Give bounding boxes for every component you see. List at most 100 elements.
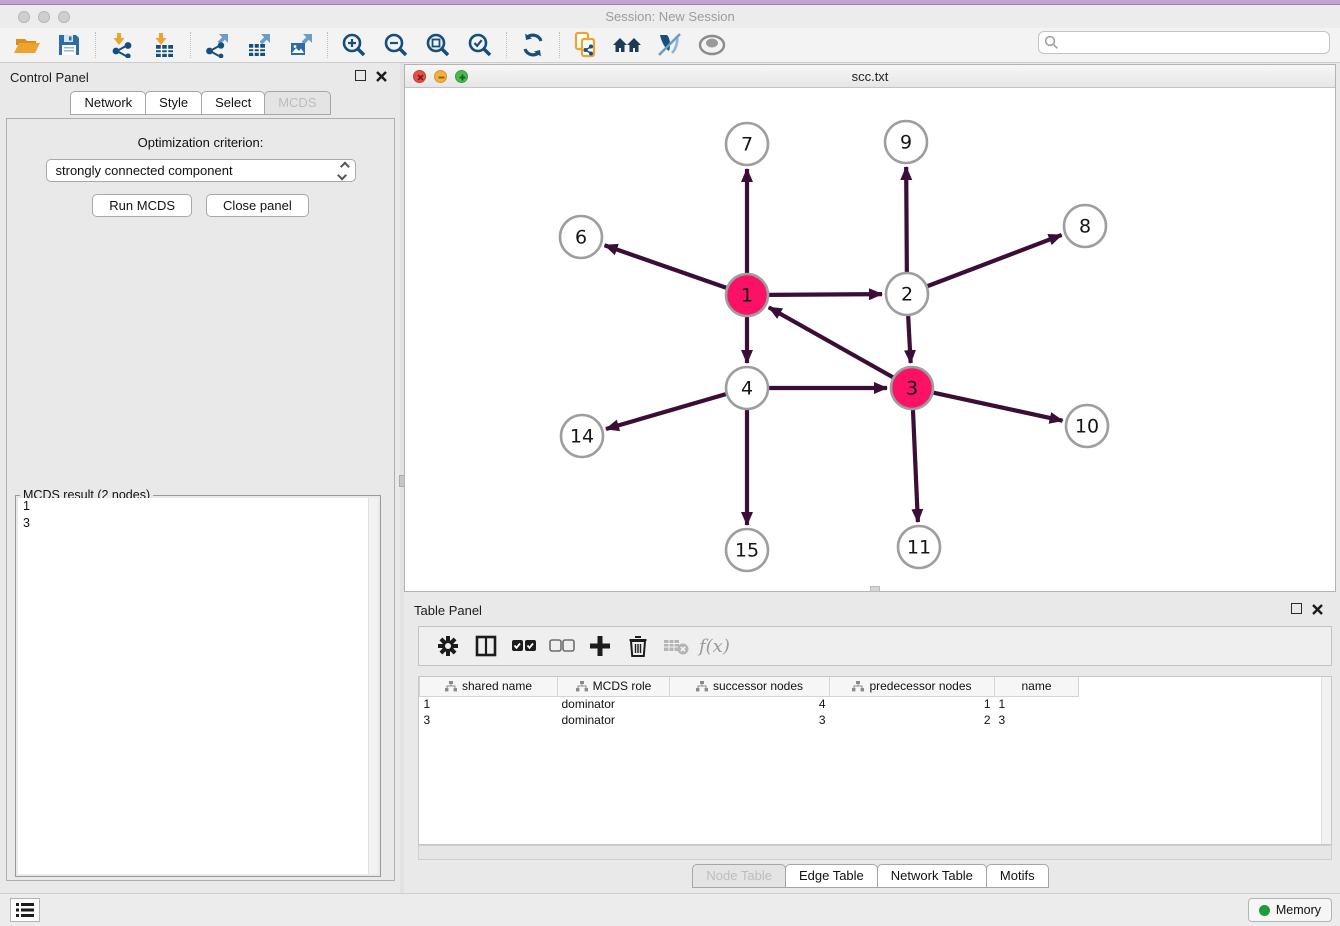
column-header-successor-nodes[interactable]: successor nodes (670, 677, 830, 696)
tab-mcds[interactable]: MCDS (264, 91, 330, 115)
tab-motifs[interactable]: Motifs (986, 864, 1049, 888)
node-10[interactable]: 10 (1066, 405, 1108, 447)
function-builder-button[interactable]: f(x) (699, 636, 730, 657)
network-title: scc.txt (405, 69, 1335, 84)
table-vscrollbar[interactable] (1321, 677, 1331, 844)
edge-2-8[interactable] (928, 235, 1062, 286)
select-stepper-icon (337, 163, 350, 179)
node-3[interactable]: 3 (891, 367, 933, 409)
zoom-selected-button[interactable] (459, 30, 501, 61)
column-header-shared-name[interactable]: shared name (420, 677, 558, 696)
task-history-button[interactable] (10, 898, 40, 922)
table-settings-button[interactable] (429, 630, 467, 662)
zoom-in-button[interactable] (333, 30, 375, 61)
eye-icon (698, 34, 726, 56)
export-network-button[interactable] (196, 30, 238, 61)
node-4[interactable]: 4 (726, 367, 768, 409)
select-all-columns-button[interactable] (505, 630, 543, 662)
import-network-button[interactable] (101, 30, 143, 61)
save-session-button[interactable] (48, 30, 90, 61)
toolbar-separator (95, 32, 96, 58)
gear-icon (437, 635, 459, 657)
svg-text:10: 10 (1075, 416, 1099, 438)
tab-edge-table[interactable]: Edge Table (785, 864, 878, 888)
node-table[interactable]: shared nameMCDS rolesuccessor nodesprede… (418, 676, 1332, 845)
add-column-button[interactable] (581, 630, 619, 662)
column-header-predecessor-nodes[interactable]: predecessor nodes (830, 677, 995, 696)
table-row[interactable]: 3dominator323 (420, 712, 1079, 728)
memory-status-icon (1259, 905, 1270, 916)
result-line: 1 (18, 498, 378, 515)
export-table-button[interactable] (238, 30, 280, 61)
run-mcds-button[interactable]: Run MCDS (92, 194, 192, 217)
node-9[interactable]: 9 (885, 121, 927, 163)
node-14[interactable]: 14 (561, 415, 603, 457)
edge-3-1[interactable] (769, 307, 893, 377)
network-canvas[interactable]: 7 9 6 8 1 2 4 3 14 10 15 11 (405, 88, 1335, 591)
search-box[interactable] (1038, 31, 1330, 54)
sort-tree-icon (576, 681, 588, 692)
tab-network[interactable]: Network (70, 91, 146, 115)
edge-1-2[interactable] (769, 294, 882, 295)
deselect-all-columns-button[interactable] (543, 630, 581, 662)
control-panel-title: Control Panel (10, 70, 89, 85)
node-8[interactable]: 8 (1064, 205, 1106, 247)
toolbar-separator (190, 32, 191, 58)
float-table-panel-icon[interactable] (1291, 603, 1304, 616)
edge-1-6[interactable] (605, 245, 727, 287)
export-image-button[interactable] (280, 30, 322, 61)
column-header-MCDS-role[interactable]: MCDS role (558, 677, 670, 696)
control-panel: Control Panel NetworkStyleSelectMCDS Opt… (0, 63, 400, 893)
delete-column-button[interactable] (619, 630, 657, 662)
edge-3-10[interactable] (933, 393, 1062, 421)
node-6[interactable]: 6 (560, 216, 602, 258)
application-window: Session: New Session (0, 0, 1340, 926)
table-tabs: Node TableEdge TableNetwork TableMotifs (404, 864, 1336, 888)
node-11[interactable]: 11 (898, 526, 940, 568)
delete-table-button[interactable] (657, 630, 695, 662)
tab-network-table[interactable]: Network Table (877, 864, 987, 888)
first-neighbors-button[interactable] (607, 30, 649, 61)
new-network-from-selection-button[interactable] (565, 30, 607, 61)
edge-2-9[interactable] (906, 167, 907, 272)
close-panel-icon[interactable] (375, 70, 388, 83)
node-1[interactable]: 1 (726, 274, 768, 316)
edge-3-11[interactable] (913, 410, 918, 522)
optimization-criterion-select[interactable]: strongly connected component (46, 159, 356, 182)
tab-select[interactable]: Select (201, 91, 265, 115)
mcds-result-textarea[interactable]: 13 (18, 498, 378, 874)
table-hscrollbar[interactable] (418, 845, 1332, 860)
apply-style-button[interactable] (649, 30, 691, 61)
svg-text:14: 14 (570, 426, 594, 448)
memory-button[interactable]: Memory (1248, 898, 1332, 922)
frame-resize-grip[interactable] (870, 586, 880, 592)
close-panel-button[interactable]: Close panel (206, 194, 309, 217)
tab-node-table[interactable]: Node Table (692, 864, 786, 888)
column-header-name[interactable]: name (995, 677, 1079, 696)
zoom-fit-button[interactable] (417, 30, 459, 61)
edge-2-3[interactable] (908, 316, 911, 363)
show-hide-button[interactable] (691, 30, 733, 61)
zoom-out-button[interactable] (375, 30, 417, 61)
search-input[interactable] (1059, 34, 1329, 52)
import-table-button[interactable] (143, 30, 185, 61)
plus-icon (589, 635, 611, 657)
node-2[interactable]: 2 (886, 273, 928, 315)
toolbar-separator (559, 32, 560, 58)
split-view-button[interactable] (467, 630, 505, 662)
network-graph[interactable]: 7 9 6 8 1 2 4 3 14 10 15 11 (405, 88, 1333, 590)
zoom-fit-icon (425, 32, 451, 58)
node-7[interactable]: 7 (726, 123, 768, 165)
close-table-panel-icon[interactable] (1311, 603, 1324, 616)
result-scrollbar[interactable] (368, 498, 378, 874)
zoom-in-icon (341, 32, 367, 58)
svg-text:7: 7 (741, 134, 753, 156)
node-15[interactable]: 15 (726, 529, 768, 571)
refresh-button[interactable] (512, 30, 554, 61)
float-panel-icon[interactable] (355, 70, 368, 83)
open-file-button[interactable] (6, 30, 48, 61)
split-view-icon (475, 635, 497, 657)
table-row[interactable]: 1dominator411 (420, 696, 1079, 712)
edge-4-14[interactable] (606, 394, 726, 429)
tab-style[interactable]: Style (145, 91, 202, 115)
